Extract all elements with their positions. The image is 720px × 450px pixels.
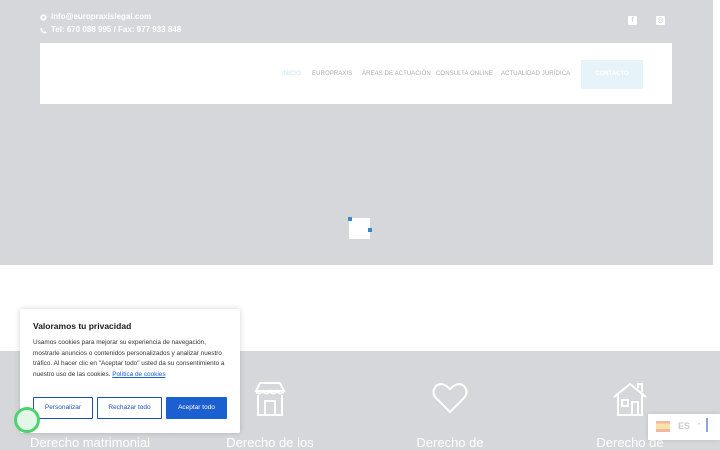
cookie-text: Usamos cookies para mejorar su experienc… [33, 338, 229, 380]
nav-item-consulta[interactable]: CONSULTA ONLINE [436, 71, 493, 77]
main-navigation: INICIO EUROPRAXIS ÁREAS DE ACTUACIÓN CON… [40, 43, 672, 104]
service-card-3[interactable]: Derecho de [360, 351, 540, 450]
nav-item-inicio[interactable]: INICIO [282, 71, 301, 77]
email-icon [40, 13, 47, 21]
phone-icon [40, 27, 47, 34]
cookie-policy-link[interactable]: Política de cookies [112, 371, 165, 378]
customize-button[interactable]: Personalizar [33, 397, 93, 419]
cookie-consent-banner: Valoramos tu privacidad Usamos cookies p… [20, 309, 240, 433]
spinner-dot [348, 217, 352, 221]
email-link[interactable]: info@europraxislegal.com [51, 11, 151, 23]
nav-item-actualidad[interactable]: ACTUALIDAD JURÍDICA [501, 71, 570, 77]
spain-flag-icon [656, 421, 670, 432]
facebook-icon[interactable]: f [628, 16, 637, 25]
service-label: Derecho matrimonial [30, 435, 150, 450]
language-code: ES [678, 421, 691, 431]
service-label: Derecho de [416, 435, 484, 450]
nav-item-europraxis[interactable]: EUROPRAXIS [312, 71, 352, 77]
reject-all-button[interactable]: Rechazar todo [97, 397, 162, 419]
house-icon [613, 382, 647, 416]
phone-text: Tel: 670 088 995 / Fax: 977 933 848 [51, 25, 182, 34]
contact-button[interactable]: CONTACTO [581, 60, 643, 89]
cookie-title: Valoramos tu privacidad [33, 321, 132, 331]
nav-item-areas[interactable]: ÁREAS DE ACTUACIÓN [362, 71, 431, 77]
chat-widget-button[interactable] [14, 407, 40, 433]
loading-spinner [348, 217, 372, 239]
side-widget-edge [706, 418, 710, 432]
service-label: Derecho de los [226, 435, 314, 450]
top-contact-info: info@europraxislegal.com Tel: 670 088 99… [40, 11, 181, 36]
chevron-up-icon: ⌃ [696, 423, 702, 430]
accept-all-button[interactable]: Aceptar todo [166, 397, 227, 419]
heart-icon [432, 383, 468, 414]
spinner-dot [368, 228, 372, 232]
store-icon [254, 382, 286, 416]
instagram-icon[interactable]: ◎ [656, 16, 665, 25]
